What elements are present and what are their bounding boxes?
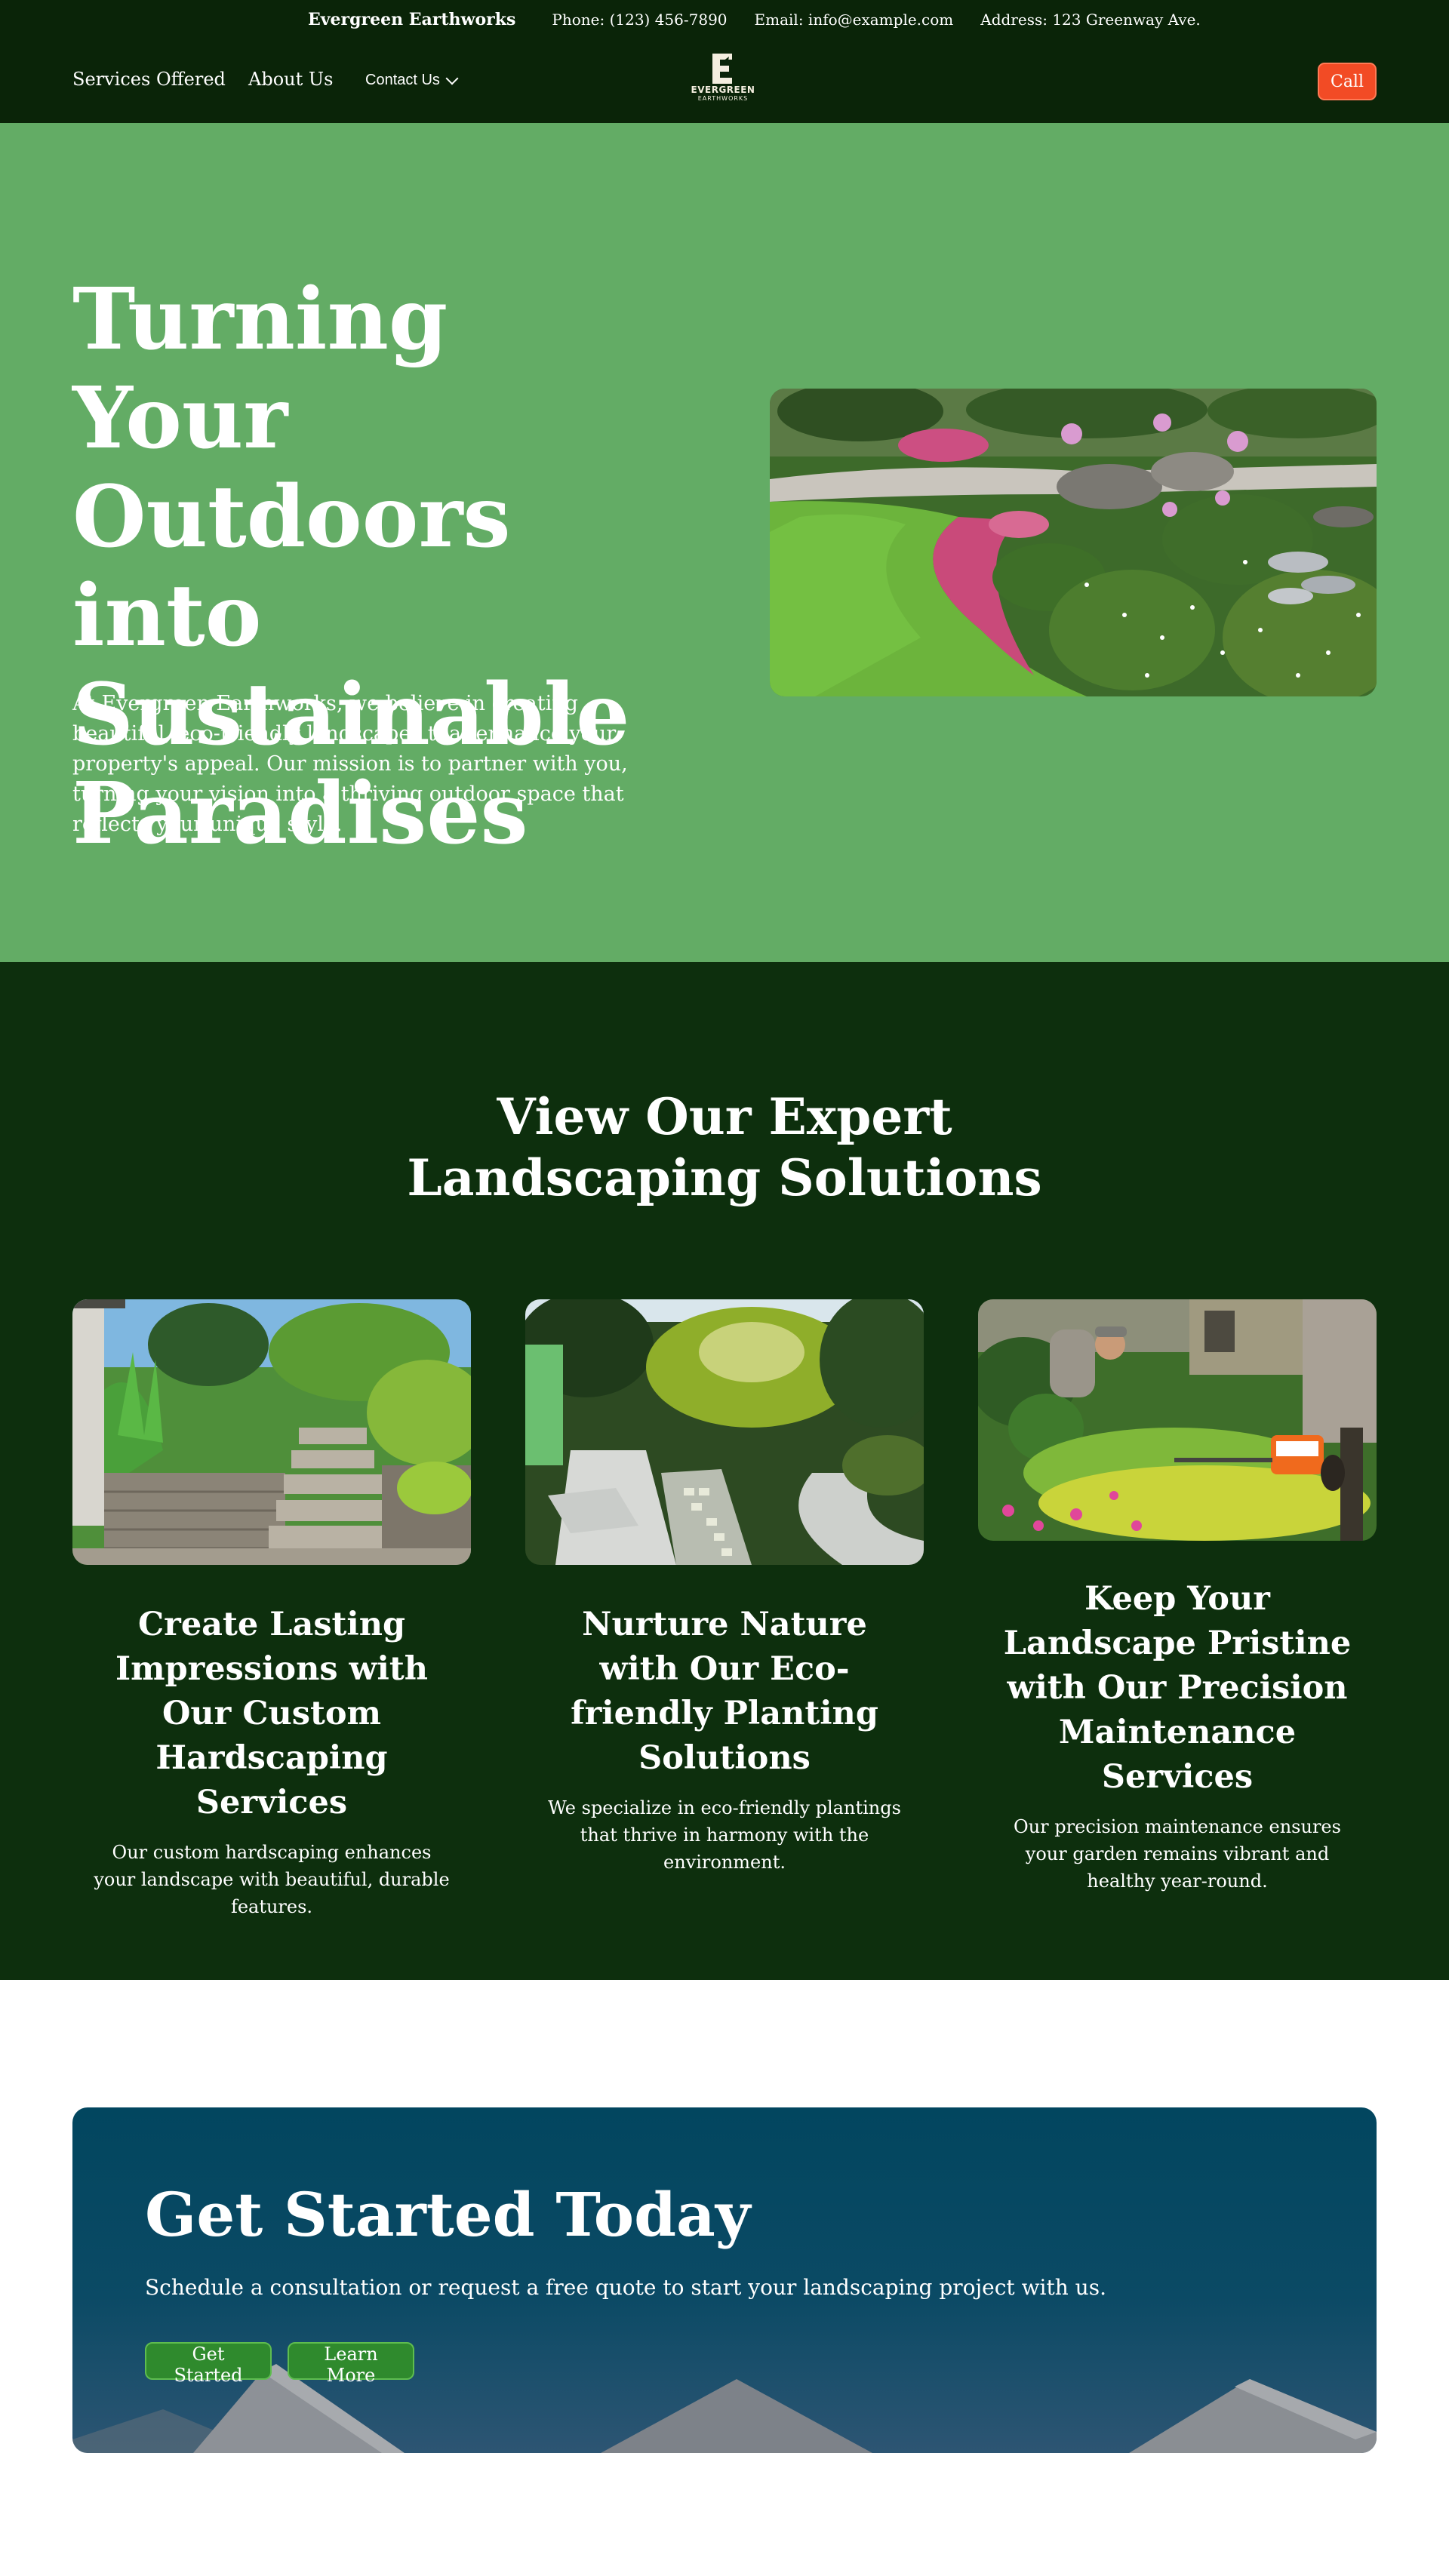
main-navigation: Services Offered About Us Contact Us EVE… — [0, 41, 1449, 123]
hero-section: Turning Your Outdoors into Sustainable P… — [0, 123, 1449, 962]
brand-name: Evergreen Earthworks — [308, 10, 516, 29]
logo-subtext: EARTHWORKS — [697, 95, 749, 102]
service-card-planting: Nurture Nature with Our Eco-friendly Pla… — [525, 1299, 924, 1876]
logo-text: EVERGREEN — [691, 85, 755, 95]
site-logo[interactable]: EVERGREEN EARTHWORKS — [683, 52, 763, 103]
logo-e-icon — [712, 54, 732, 84]
address-info: Address: 123 Greenway Ave. — [980, 11, 1201, 29]
call-button[interactable]: Call — [1318, 63, 1377, 100]
services-section: View Our Expert Landscaping Solutions Cr… — [0, 962, 1449, 1980]
services-title: View Our Expert Landscaping Solutions — [407, 1087, 1042, 1207]
service-card-maintenance: Keep Your Landscape Pristine with Our Pr… — [978, 1299, 1377, 1895]
maintenance-image — [978, 1299, 1377, 1541]
card-text: Our custom hardscaping enhances your lan… — [94, 1842, 450, 1917]
hardscaping-image — [72, 1299, 471, 1565]
service-card-hardscaping: Create Lasting Impressions with Our Cust… — [72, 1299, 471, 1920]
nav-about-link[interactable]: About Us — [248, 69, 333, 90]
card-title: Keep Your Landscape Pristine with Our Pr… — [1003, 1580, 1352, 1796]
learn-more-button[interactable]: Learn More — [288, 2342, 414, 2386]
nav-contact-label: Contact Us — [365, 72, 440, 88]
email-info: Email: info@example.com — [754, 11, 954, 29]
card-text: We specialize in eco-friendly plantings … — [548, 1797, 901, 1873]
card-title: Nurture Nature with Our Eco-friendly Pla… — [571, 1606, 878, 1777]
card-title: Create Lasting Impressions with Our Cust… — [115, 1606, 429, 1821]
cta-title: Get Started Today — [145, 2179, 751, 2250]
phone-info: Phone: (123) 456-7890 — [552, 11, 728, 29]
cta-text: Schedule a consultation or request a fre… — [145, 2275, 1106, 2300]
hero-garden-image — [770, 389, 1377, 696]
chevron-down-icon — [445, 72, 459, 85]
cta-banner: Get Started Today Schedule a consultatio… — [72, 2107, 1377, 2453]
planting-image — [525, 1299, 924, 1565]
hero-description: At Evergreen Earthworks, we believe in c… — [72, 692, 628, 836]
nav-contact-dropdown[interactable]: Contact Us — [365, 72, 459, 89]
get-started-button[interactable]: Get Started — [145, 2342, 272, 2386]
top-info-bar: Evergreen Earthworks Phone: (123) 456-78… — [0, 0, 1449, 41]
nav-services-link[interactable]: Services Offered — [72, 69, 226, 90]
card-text: Our precision maintenance ensures your g… — [1014, 1816, 1341, 1892]
